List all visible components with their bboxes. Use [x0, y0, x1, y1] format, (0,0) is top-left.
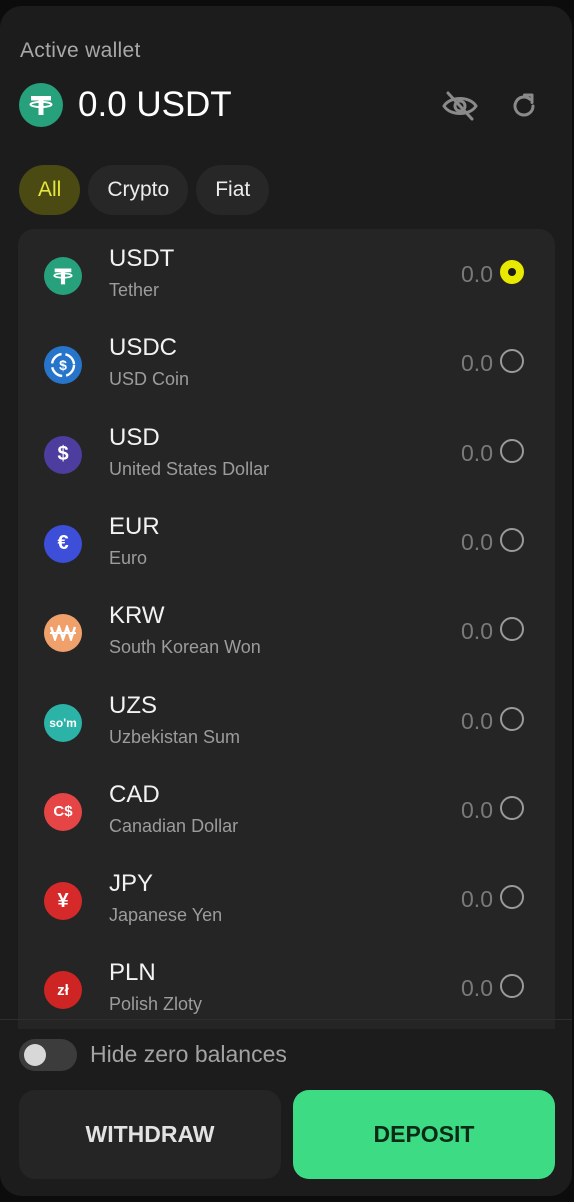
- currency-glyph: zł: [57, 981, 69, 999]
- divider: [0, 1019, 572, 1020]
- wallet-label: Active wallet: [20, 39, 141, 62]
- eye-off-icon: [442, 91, 478, 121]
- hide-balance-button[interactable]: [440, 86, 480, 126]
- currency-name: Japanese Yen: [109, 905, 223, 926]
- hide-zero-label: Hide zero balances: [90, 1041, 287, 1067]
- tab-all[interactable]: All: [19, 165, 81, 215]
- refresh-icon: [513, 93, 535, 117]
- currency-row-uzs[interactable]: so'm UZS Uzbekistan Sum 0.0: [18, 676, 555, 765]
- currency-name: Uzbekistan Sum: [109, 726, 241, 747]
- tab-fiat[interactable]: Fiat: [196, 165, 270, 215]
- currency-name: Canadian Dollar: [109, 815, 239, 836]
- select-radio[interactable]: [500, 349, 524, 374]
- won-icon: [44, 614, 82, 653]
- currency-code: CAD: [109, 780, 160, 808]
- currency-code: USDC: [109, 334, 178, 362]
- currency-amount: 0.0: [461, 618, 493, 645]
- currency-glyph: C$: [53, 803, 73, 821]
- currency-glyph: ¥: [57, 889, 69, 912]
- yen-icon: ¥: [44, 882, 82, 921]
- currency-row-usdt[interactable]: USDT Tether 0.0: [18, 229, 555, 318]
- toggle-knob: [24, 1044, 46, 1066]
- currency-row-jpy[interactable]: ¥ JPY Japanese Yen 0.0: [18, 854, 555, 943]
- currency-code: USDT: [109, 245, 175, 272]
- currency-row-krw[interactable]: KRW South Korean Won 0.0: [18, 586, 555, 675]
- currency-code: EUR: [109, 512, 160, 540]
- zloty-icon: zł: [44, 971, 82, 1010]
- currency-code: USD: [109, 423, 160, 451]
- svg-text:$: $: [59, 357, 67, 373]
- tether-icon: [44, 257, 82, 295]
- currency-amount: 0.0: [461, 261, 493, 287]
- usdc-icon: $: [44, 346, 82, 385]
- currency-amount: 0.0: [461, 796, 493, 823]
- currency-amount: 0.0: [461, 350, 493, 377]
- currency-row-usdc[interactable]: $ USDC USD Coin 0.0: [18, 318, 555, 407]
- currency-amount: 0.0: [461, 975, 493, 1002]
- withdraw-button[interactable]: WITHDRAW: [19, 1090, 281, 1179]
- select-radio[interactable]: [500, 795, 524, 820]
- currency-name: Tether: [109, 280, 160, 300]
- tether-icon: [19, 83, 63, 127]
- currency-name: United States Dollar: [109, 458, 270, 479]
- select-radio[interactable]: [500, 974, 524, 999]
- currency-glyph: €: [57, 532, 69, 555]
- currency-list: USDT Tether 0.0 $ USDC USD Coin 0.0 $ USD United …: [18, 229, 555, 1029]
- currency-name: Polish Zloty: [109, 994, 203, 1015]
- sum-icon: so'm: [44, 703, 82, 742]
- currency-glyph: $: [57, 443, 69, 466]
- canadian-dollar-icon: C$: [44, 792, 82, 831]
- currency-amount: 0.0: [461, 528, 493, 555]
- currency-row-usd[interactable]: $ USD United States Dollar 0.0: [18, 408, 555, 497]
- currency-code: JPY: [109, 870, 154, 898]
- currency-code: PLN: [109, 959, 156, 987]
- tab-crypto[interactable]: Crypto: [88, 165, 189, 215]
- currency-code: UZS: [109, 691, 157, 719]
- select-radio[interactable]: [500, 617, 524, 642]
- currency-name: South Korean Won: [109, 637, 261, 658]
- currency-name: USD Coin: [109, 369, 190, 390]
- currency-row-pln[interactable]: zł PLN Polish Zloty 0.0: [18, 943, 555, 1029]
- balance-amount: 0.0 USDT: [78, 85, 232, 124]
- filter-tabs: All Crypto Fiat: [19, 165, 270, 215]
- select-radio[interactable]: [500, 527, 524, 552]
- select-radio[interactable]: [500, 438, 524, 463]
- currency-amount: 0.0: [461, 886, 493, 913]
- refresh-button[interactable]: [504, 86, 544, 126]
- select-radio[interactable]: [500, 706, 524, 731]
- currency-row-cad[interactable]: C$ CAD Canadian Dollar 0.0: [18, 765, 555, 854]
- currency-name: Euro: [109, 547, 148, 568]
- currency-row-eur[interactable]: € EUR Euro 0.0: [18, 497, 555, 586]
- deposit-button[interactable]: DEPOSIT: [293, 1090, 555, 1179]
- currency-amount: 0.0: [461, 707, 493, 734]
- currency-code: KRW: [109, 602, 165, 630]
- balance-row: 0.0 USDT: [19, 80, 232, 130]
- wallet-panel: Active wallet 0.0 USDT All Crypto Fiat U…: [0, 6, 572, 1196]
- currency-amount: 0.0: [461, 439, 493, 466]
- dollar-icon: $: [44, 435, 82, 474]
- currency-glyph: so'm: [49, 715, 77, 730]
- select-radio[interactable]: [500, 885, 524, 910]
- select-radio[interactable]: [500, 260, 524, 284]
- hide-zero-toggle[interactable]: [19, 1039, 77, 1071]
- euro-icon: €: [44, 524, 82, 563]
